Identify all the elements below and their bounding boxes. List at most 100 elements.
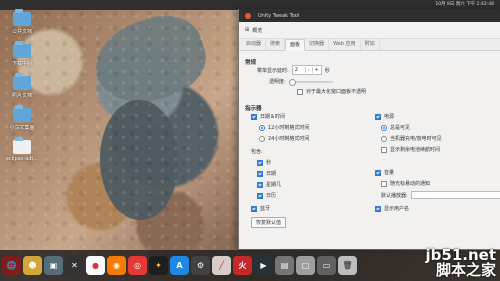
watermark: jb51.net 脚本之家 — [426, 248, 496, 278]
restore-row: 恢复默认值 — [251, 217, 287, 228]
folder-icon — [13, 9, 31, 26]
seconds-checkbox[interactable] — [257, 159, 263, 166]
app-store-icon[interactable]: A — [170, 256, 189, 275]
chrome-icon[interactable]: ● — [86, 256, 105, 275]
desktop-icon[interactable]: 下载中服 — [5, 41, 39, 74]
overview-button[interactable]: 概览 — [252, 27, 262, 34]
tool-app-icon[interactable]: ✕ — [65, 256, 84, 275]
bluetooth-checkbox[interactable] — [251, 205, 257, 212]
weibo-icon[interactable]: ◎ — [128, 256, 147, 275]
camera-app-icon[interactable]: ☻ — [23, 256, 42, 275]
stone-image — [85, 4, 215, 116]
close-icon[interactable] — [245, 12, 251, 19]
tray-icon[interactable]: □ — [296, 256, 315, 275]
desktop-icon[interactable]: 公共文档 — [5, 9, 39, 42]
opaque-checkbox[interactable] — [297, 88, 303, 95]
bluetooth-row: 蓝牙 — [251, 205, 270, 212]
date-checkbox[interactable] — [257, 170, 263, 177]
increment-button[interactable]: + — [311, 67, 321, 73]
show-remaining-checkbox[interactable] — [381, 146, 387, 153]
calendar-checkbox[interactable] — [257, 192, 263, 199]
weekday-checkbox[interactable] — [257, 181, 263, 188]
transparency-slider[interactable] — [288, 78, 333, 86]
window-title: Unity Tweak Tool — [258, 12, 300, 19]
desktop-icon-label: 照片文档 — [11, 93, 32, 99]
grid-icon: ⊞ — [245, 27, 250, 33]
weekday-item-label: 星期几 — [266, 182, 282, 188]
firefox-icon[interactable]: ◉ — [107, 256, 126, 275]
panel-content: 常规 菜单显示延时: 2 - + 秒 透明度: 对于最大化窗口面板不透明 指示器… — [239, 51, 500, 251]
file-icon — [13, 137, 31, 154]
tab-additional[interactable]: 附加 — [361, 39, 380, 50]
decrement-button[interactable]: - — [304, 67, 312, 73]
datetime-checkbox[interactable] — [251, 113, 257, 120]
format24-radio[interactable] — [259, 135, 265, 142]
format24-label: 24小时制格式时间 — [268, 136, 310, 142]
section-indicators: 指示器 — [245, 106, 262, 112]
desktop-icon-label: 下载中服 — [11, 61, 32, 67]
files-icon[interactable]: ▤ — [275, 256, 294, 275]
settings-icon[interactable]: ⚙ — [191, 256, 210, 275]
format24-row: 24小时制格式时间 — [259, 135, 309, 142]
default-player-label: 默认播放器: — [381, 192, 408, 199]
restore-defaults-button[interactable]: 恢复默认值 — [251, 217, 287, 228]
desktop-icon[interactable]: 照片文档 — [5, 73, 39, 106]
menu-delay-value[interactable]: 2 — [293, 67, 305, 73]
date-item-label: 日期 — [266, 171, 277, 177]
power-checkbox[interactable] — [375, 113, 381, 120]
toolbar: ⊞ 概览 — [239, 22, 500, 39]
tab-search[interactable]: 搜索 — [266, 39, 286, 50]
trash-icon[interactable]: 🗑 — [338, 256, 357, 275]
format12-radio[interactable] — [259, 124, 265, 131]
show-username-label: 显示用户名 — [384, 206, 410, 212]
scroll-notify-label: 随光标悬动的通知 — [390, 181, 431, 187]
include-label: 包含: — [251, 149, 263, 155]
desktop-icon[interactable]: 小鸟文集画 — [5, 105, 39, 138]
desktop-icons: 公共文档 下载中服 照片文档 小鸟文集画 eclipse-adt... — [0, 0, 60, 180]
show-username-checkbox[interactable] — [375, 205, 381, 212]
opaque-row: 对于最大化窗口面板不透明 — [297, 88, 366, 95]
seconds-unit-label: 秒 — [324, 67, 330, 74]
seconds-item-label: 秒 — [266, 160, 272, 166]
tab-web-apps[interactable]: Web 应用 — [329, 39, 361, 50]
tab-panel[interactable]: 面板 — [285, 39, 306, 51]
text-app-icon[interactable]: ╱ — [212, 256, 231, 275]
volume-label: 音量 — [384, 170, 395, 176]
charging-visible-radio[interactable] — [381, 135, 387, 142]
volume-checkbox[interactable] — [375, 169, 381, 176]
date-row: 日期 — [257, 170, 276, 177]
show-username-row: 显示用户名 — [375, 205, 409, 212]
mac-app-icon[interactable]: ▣ — [44, 256, 63, 275]
desktop-icon[interactable]: eclipse-adt... — [5, 137, 39, 170]
charging-visible-row: 当机器充电/放电时可见 — [381, 135, 442, 142]
unity-tweak-tool-window: Unity Tweak Tool ⊞ 概览 启动器 搜索 面板 切换器 Web … — [238, 9, 500, 249]
menu-delay-label: 菜单显示延时: — [257, 67, 289, 74]
format12-row: 12小时制格式时间 — [259, 124, 309, 131]
tab-bar: 启动器 搜索 面板 切换器 Web 应用 附加 — [239, 39, 500, 51]
charging-visible-label: 当机器充电/放电时可见 — [390, 136, 442, 142]
default-player-select[interactable]: ▾ — [410, 191, 500, 199]
fire-app-icon[interactable]: 火 — [233, 256, 252, 275]
watermark-name: 脚本之家 — [435, 261, 496, 279]
tab-launcher[interactable]: 启动器 — [242, 39, 267, 50]
web-browser-icon[interactable]: 🌐 — [2, 256, 21, 275]
show-remaining-row: 显示剩余电池续航时间 — [381, 146, 440, 153]
always-visible-row: 总是可见 — [381, 124, 410, 131]
weekday-row: 星期几 — [257, 181, 281, 188]
disk-icon[interactable]: ▭ — [317, 256, 336, 275]
show-remaining-label: 显示剩余电池续航时间 — [390, 147, 441, 153]
scroll-notify-checkbox[interactable] — [381, 180, 387, 187]
folder-icon — [13, 41, 31, 58]
dev-app-icon[interactable]: ✦ — [149, 256, 168, 275]
format12-label: 12小时制格式时间 — [268, 125, 310, 131]
bluetooth-label: 蓝牙 — [260, 206, 271, 212]
power-row: 电源 — [375, 113, 394, 120]
folder-icon — [13, 73, 31, 90]
menu-delay-spinner[interactable]: 2 - + — [291, 65, 322, 75]
folder-icon — [13, 105, 31, 122]
terminal-icon[interactable]: ▶ — [254, 256, 273, 275]
always-visible-radio[interactable] — [381, 124, 387, 131]
opaque-label: 对于最大化窗口面板不透明 — [306, 89, 367, 95]
tab-switcher[interactable]: 切换器 — [305, 39, 330, 50]
clock-text: 10月 8日 周六 下午 2:42:48 — [435, 2, 494, 7]
